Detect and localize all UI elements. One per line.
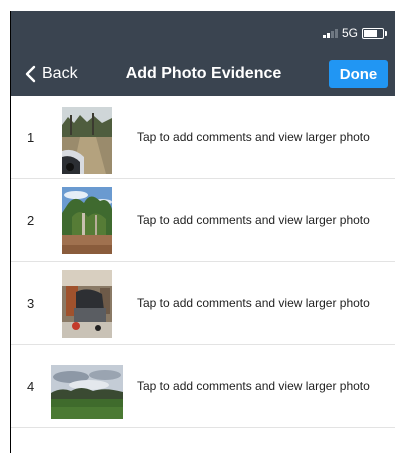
navigation-bar: Back Add Photo Evidence Done — [11, 53, 395, 96]
photo-row[interactable]: 3 Tap to add comments and view larger ph… — [11, 262, 395, 345]
photo-index: 2 — [27, 212, 35, 228]
photo-index: 3 — [27, 295, 35, 311]
photo-thumbnail[interactable] — [51, 365, 123, 419]
app-screen: 5G Back Add Photo Evidence Done 1 Tap to… — [10, 11, 395, 453]
photo-row[interactable]: 2 Tap to add comments and view larger ph… — [11, 179, 395, 262]
done-button[interactable]: Done — [329, 60, 388, 88]
photo-thumbnail[interactable] — [62, 270, 112, 338]
photo-index: 4 — [27, 378, 35, 394]
photo-caption: Tap to add comments and view larger phot… — [137, 379, 370, 393]
photo-thumbnail[interactable] — [62, 107, 112, 174]
signal-icon — [322, 28, 338, 38]
photo-thumbnail[interactable] — [62, 187, 112, 254]
photo-list: 1 Tap to add comments and view larger ph… — [11, 96, 395, 428]
status-bar: 5G — [11, 11, 395, 53]
status-indicators: 5G — [322, 26, 387, 40]
photo-caption: Tap to add comments and view larger phot… — [137, 130, 370, 144]
photo-row[interactable]: 1 Tap to add comments and view larger ph… — [11, 96, 395, 179]
photo-caption: Tap to add comments and view larger phot… — [137, 296, 370, 310]
photo-index: 1 — [27, 129, 35, 145]
photo-row[interactable]: 4 Tap to add comments and view larger ph… — [11, 345, 395, 428]
network-label: 5G — [341, 26, 358, 40]
photo-caption: Tap to add comments and view larger phot… — [137, 213, 370, 227]
battery-icon — [362, 27, 387, 39]
